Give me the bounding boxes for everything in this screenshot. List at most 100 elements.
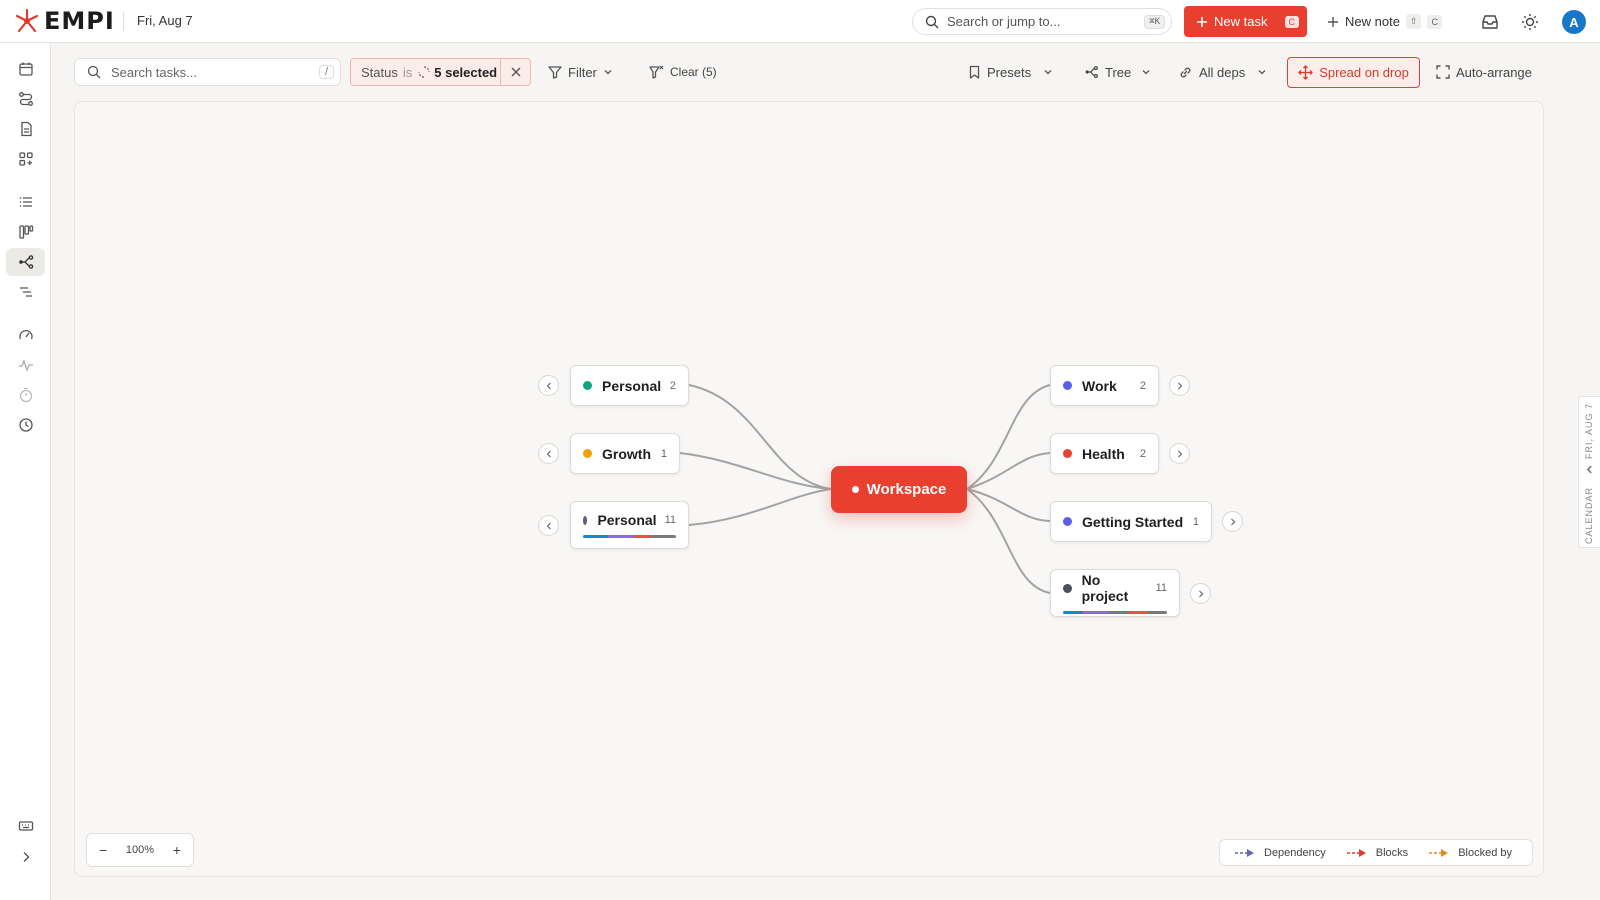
project-node-work[interactable]: Work 2	[1050, 365, 1159, 406]
outline-icon	[19, 287, 32, 297]
view-mode-button[interactable]: Tree	[1084, 58, 1151, 86]
notes-icon	[20, 121, 32, 137]
status-filter-chip[interactable]: Status is 5 selected	[350, 58, 531, 86]
sidebar-item-calendar[interactable]	[6, 55, 45, 83]
sidebar-item-routes[interactable]	[6, 85, 45, 113]
app-logo[interactable]: EMPI	[13, 7, 115, 35]
task-count: 1	[660, 447, 667, 460]
view-mode-label: Tree	[1105, 64, 1132, 80]
new-note-label: New note	[1345, 14, 1400, 29]
sidebar-expand-button[interactable]	[6, 843, 45, 871]
project-color-dot	[583, 515, 588, 525]
project-node-personal[interactable]: Personal 2	[570, 365, 689, 406]
spread-on-drop-toggle[interactable]: Spread on drop	[1287, 57, 1420, 88]
search-shortcut: ⌘K	[1144, 14, 1165, 29]
project-label: Growth	[602, 445, 651, 462]
new-note-button[interactable]: New note ⇧ C	[1327, 8, 1442, 35]
chevron-down-icon	[604, 70, 612, 75]
project-label: Personal	[602, 377, 662, 394]
user-avatar[interactable]: A	[1562, 10, 1586, 34]
expand-button[interactable]	[1222, 511, 1243, 532]
sidebar-item-list[interactable]	[6, 188, 45, 216]
project-label: Personal	[597, 512, 657, 528]
sidebar-item-activity[interactable]	[6, 351, 45, 379]
legend-item-blocks: Blocks	[1346, 847, 1408, 859]
remove-status-filter-button[interactable]	[500, 59, 530, 85]
sidebar-item-outline[interactable]	[6, 278, 45, 306]
progress-segment	[1063, 611, 1083, 614]
task-search-input[interactable]: Search tasks... /	[74, 58, 341, 86]
expand-button[interactable]	[1190, 583, 1211, 604]
project-node-no-project[interactable]: No project 11	[1050, 569, 1180, 617]
project-node-growth[interactable]: Growth 1	[570, 433, 680, 474]
new-task-label: New task	[1214, 14, 1268, 29]
list-icon	[19, 197, 32, 207]
view-toolbar: Search tasks... / Status is 5 selected F…	[74, 57, 1544, 89]
auto-arrange-button[interactable]: Auto-arrange	[1436, 58, 1532, 86]
status-loader-icon	[418, 66, 430, 78]
clear-filters-label: Clear (5)	[670, 65, 717, 79]
left-sidebar	[0, 43, 51, 900]
status-filter-operator: is	[402, 64, 413, 80]
sidebar-item-notes[interactable]	[6, 115, 45, 143]
edge-legend: Dependency Blocks Blocked by	[1219, 839, 1533, 866]
project-node-header: No project 11	[1063, 572, 1167, 604]
workspace-root-node[interactable]: Workspace	[831, 466, 967, 513]
tree-canvas[interactable]	[74, 101, 1544, 877]
expand-button[interactable]	[1169, 375, 1190, 396]
collapse-button[interactable]	[538, 375, 559, 396]
filter-button[interactable]: Filter	[548, 58, 613, 86]
expand-icon	[1436, 65, 1450, 79]
global-search-input[interactable]: Search or jump to... ⌘K	[912, 8, 1172, 35]
top-bar: EMPI Fri, Aug 7 Search or jump to... ⌘K …	[0, 0, 1600, 43]
project-node-getting-started[interactable]: Getting Started 1	[1050, 501, 1212, 542]
project-node-personal-2[interactable]: Personal 11	[570, 501, 689, 549]
sidebar-item-clock[interactable]	[6, 411, 45, 439]
move-icon	[1298, 65, 1313, 80]
collapse-button[interactable]	[538, 515, 559, 536]
bookmark-icon	[969, 65, 980, 79]
new-task-button[interactable]: New task C	[1184, 6, 1307, 37]
status-progress-bar	[1063, 611, 1167, 614]
sidebar-item-gauge[interactable]	[6, 321, 45, 349]
task-count: 2	[1139, 447, 1146, 460]
chevron-left-icon	[546, 450, 551, 457]
filter-icon	[548, 66, 562, 79]
clear-filters-button[interactable]: Clear (5)	[649, 58, 717, 86]
root-label: Workspace	[866, 481, 947, 498]
presets-label: Presets	[987, 64, 1032, 80]
expand-button[interactable]	[1169, 443, 1190, 464]
calendar-tab-date: FRI, AUG 7	[1584, 403, 1594, 460]
plus-icon	[1197, 16, 1207, 27]
zoom-in-button[interactable]: +	[173, 842, 181, 858]
global-search-placeholder: Search or jump to...	[947, 14, 1061, 29]
progress-segment	[1128, 611, 1148, 614]
progress-segment	[1108, 611, 1128, 614]
chevron-left-icon	[546, 382, 551, 389]
task-count: 11	[1155, 582, 1167, 594]
new-task-shortcut: C	[1284, 15, 1299, 28]
calendar-panel-tab[interactable]: FRI, AUG 7 CALENDAR	[1578, 396, 1600, 548]
project-node-health[interactable]: Health 2	[1050, 433, 1159, 474]
inbox-icon[interactable]	[1480, 12, 1500, 32]
progress-segment	[608, 535, 634, 538]
tree-view-icon	[18, 255, 33, 269]
zoom-out-button[interactable]: −	[99, 842, 107, 858]
dependencies-label: All deps	[1199, 64, 1246, 80]
gauge-icon	[18, 329, 33, 340]
sidebar-item-keyboard[interactable]	[6, 812, 45, 840]
chevron-right-icon	[1177, 382, 1182, 389]
filter-clear-icon	[649, 65, 664, 79]
tree-view-icon	[1085, 66, 1098, 78]
sidebar-item-tree[interactable]	[6, 248, 45, 276]
dependencies-button[interactable]: All deps	[1178, 58, 1267, 86]
theme-toggle-icon[interactable]	[1520, 12, 1540, 32]
status-progress-bar	[583, 535, 676, 538]
collapse-button[interactable]	[538, 443, 559, 464]
auto-arrange-label: Auto-arrange	[1456, 64, 1532, 80]
sidebar-item-timer[interactable]	[6, 381, 45, 409]
search-icon	[925, 15, 939, 28]
sidebar-item-apps[interactable]	[6, 145, 45, 173]
presets-button[interactable]: Presets	[968, 58, 1053, 86]
sidebar-item-board[interactable]	[6, 218, 45, 246]
